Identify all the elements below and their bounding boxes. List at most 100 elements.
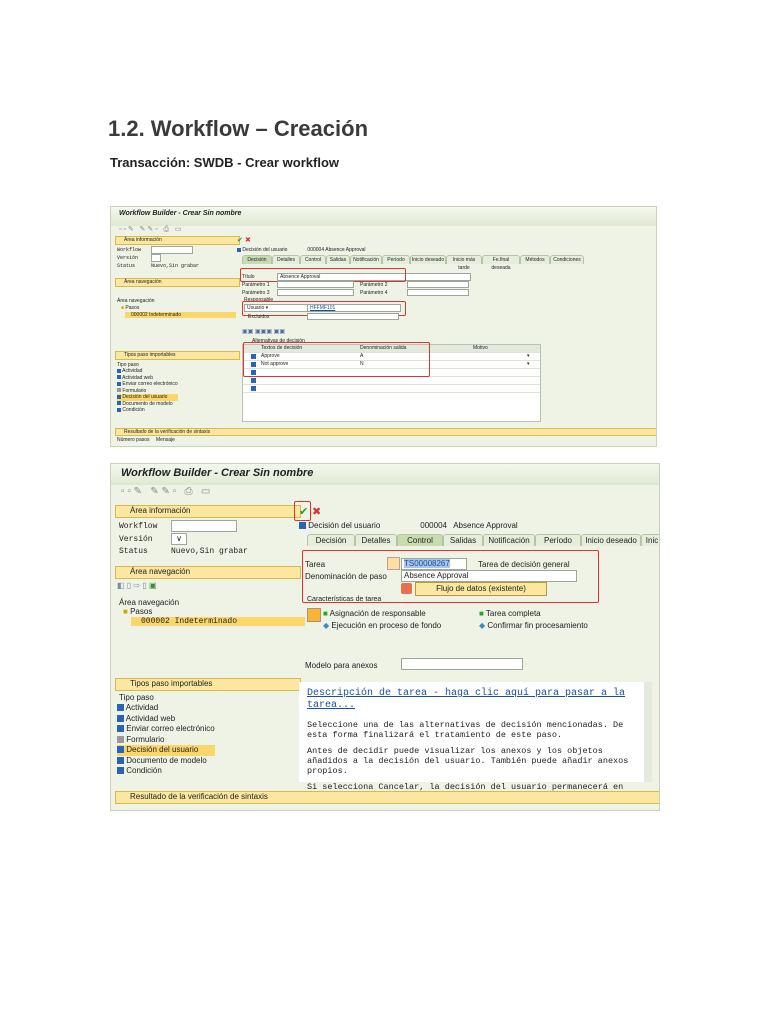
area-info-header[interactable]: Área información	[115, 236, 240, 245]
cancel-icon[interactable]: ✖	[245, 236, 251, 244]
tab-7[interactable]: Inicio más tarde	[446, 255, 482, 271]
type-item[interactable]: Decisión del usuario	[117, 745, 215, 756]
tab-0[interactable]: Decisión	[242, 255, 272, 264]
confirm-icon[interactable]: ✔	[237, 236, 243, 244]
param3-field[interactable]	[277, 289, 354, 296]
tab-6[interactable]: Inicio deseado	[410, 255, 446, 264]
tab-5[interactable]: Período	[535, 534, 581, 546]
num-pasos-col: Número pasos	[117, 437, 150, 443]
param4-field[interactable]	[407, 289, 469, 296]
status-label: Status	[117, 263, 136, 269]
param3-label: Parámetro 3	[242, 290, 270, 296]
modelo-field[interactable]	[401, 658, 523, 670]
type-item[interactable]: Actividad	[117, 703, 215, 714]
param1-field[interactable]	[277, 281, 354, 288]
nav-tree-header: Área navegación	[119, 598, 180, 607]
transaction-subheading: Transacción: SWDB - Crear workflow	[110, 155, 339, 170]
tab-4[interactable]: Notificación	[483, 534, 535, 546]
param1-label: Parámetro 1	[242, 282, 270, 288]
type-item[interactable]: Formulario	[117, 735, 215, 746]
table-row[interactable]	[243, 385, 540, 393]
tree-folder-pasos[interactable]: ■ Pasos	[123, 607, 152, 616]
description-area: Descripción de tarea - haga clic aquí pa…	[299, 682, 644, 802]
description-link[interactable]: Descripción de tarea - haga clic aquí pa…	[307, 688, 636, 712]
nav-buttons[interactable]: ◧ ▯ ⇨ ▯ ▣	[117, 581, 157, 590]
caract-title: Características de tarea	[307, 596, 382, 603]
tarea-completa-item: ■ Tarea completa	[479, 609, 541, 618]
param4-label: Parámetro 4	[360, 290, 388, 296]
tipos-header[interactable]: Tipos paso importables	[115, 351, 240, 360]
toolbar: ▫ ▫ ✎ ✎ ✎ ▫ ⎙ ▭	[121, 486, 211, 497]
excluidos-field[interactable]	[307, 313, 399, 320]
tab-0[interactable]: Decisión	[307, 534, 355, 546]
pasos-label: Pasos	[125, 305, 140, 311]
version-label: Versión	[117, 255, 139, 261]
workflow-label: Workflow	[117, 247, 142, 253]
type-item[interactable]: Actividad web	[117, 714, 215, 725]
param2-label: Parámetro 2	[360, 282, 388, 288]
tab-8[interactable]: Fe.final deseada	[482, 255, 520, 271]
workflow-field[interactable]	[171, 520, 237, 532]
window-title: Workflow Builder - Crear Sin nombre	[111, 207, 656, 226]
workflow-field[interactable]	[151, 246, 193, 254]
result-header[interactable]: Resultado de la verificación de sintaxis	[115, 791, 659, 804]
ejecucion-item: ◆ Ejecución en proceso de fondo	[323, 621, 442, 630]
tipos-header[interactable]: Tipos paso importables	[115, 678, 301, 691]
tipo-paso-header: Tipo paso	[119, 693, 154, 702]
step-type-list: Actividad Actividad web Enviar correo el…	[117, 703, 215, 777]
tab-4[interactable]: Notificación	[350, 255, 382, 264]
version-dropdown[interactable]	[151, 254, 161, 262]
tab-3[interactable]: Salidas	[326, 255, 350, 264]
step-label: 000002 Indeterminado	[131, 312, 182, 318]
tab-9[interactable]: Métodos	[520, 255, 550, 264]
caract-icon	[307, 608, 321, 622]
type-item[interactable]: Documento de modelo	[117, 756, 215, 767]
step-header: Decisión del usuario 000004 Absence Appro…	[237, 247, 366, 253]
document-page: 1.2. Workflow – Creación Transacción: SW…	[0, 0, 768, 1024]
excluidos-label: Excluidos	[248, 314, 270, 320]
area-info-header[interactable]: Área información	[115, 505, 301, 518]
tab-2[interactable]: Control	[300, 255, 326, 264]
tab-1[interactable]: Detalles	[272, 255, 300, 264]
tab-7[interactable]: Inic	[641, 534, 659, 546]
status-label: Status	[119, 547, 148, 556]
screenshot-1: Workflow Builder - Crear Sin nombre ▫ ▫ …	[110, 206, 657, 447]
version-dropdown[interactable]: ∨	[171, 533, 187, 545]
tab-3[interactable]: Salidas	[443, 534, 483, 546]
desc-paragraph: Antes de decidir puede visualizar los an…	[307, 746, 629, 776]
type-item[interactable]: Condición	[117, 766, 215, 777]
area-nav-header[interactable]: Área navegación	[115, 278, 240, 287]
cancel-icon[interactable]: ✖	[312, 505, 321, 518]
section-heading: 1.2. Workflow – Creación	[108, 116, 369, 141]
highlight-box	[243, 342, 430, 377]
status-value: Nuevo,Sin grabar	[171, 547, 248, 556]
tab-10[interactable]: Condiciones	[550, 255, 584, 264]
result-header[interactable]: Resultado de la verificación de sintaxis	[115, 428, 656, 436]
type-item[interactable]: Enviar correo electrónico	[117, 724, 215, 735]
highlight-box	[240, 268, 406, 282]
table-row[interactable]	[243, 377, 540, 385]
param2-field[interactable]	[407, 281, 469, 288]
tab-1[interactable]: Detalles	[355, 534, 397, 546]
type-item[interactable]: Condición	[117, 407, 178, 414]
window-title: Workflow Builder - Crear Sin nombre	[111, 464, 659, 485]
asignacion-item: ■ Asignación de responsable	[323, 609, 426, 618]
tree-step-item[interactable]: 000002 Indeterminado	[125, 312, 236, 318]
version-label: Versión	[119, 535, 153, 544]
step-header: Decisión del usuario 000004 Absence Appro…	[299, 521, 518, 530]
tree-step-item[interactable]: 000002 Indeterminado	[131, 617, 305, 626]
toolbar: ▫ ▫ ✎ ✎ ✎ ▫ ⎙ ▭	[119, 226, 182, 233]
tab-2[interactable]: Control	[397, 534, 443, 546]
tab-6[interactable]: Inicio deseado	[581, 534, 641, 546]
mensaje-col: Mensaje	[156, 437, 175, 443]
modelo-label: Modelo para anexos	[305, 661, 378, 670]
screenshot-2: Workflow Builder - Crear Sin nombre ▫ ▫ …	[110, 463, 660, 811]
tab-5[interactable]: Período	[382, 255, 410, 264]
tree-folder-pasos[interactable]: ■ Pasos	[121, 305, 139, 311]
status-value: Nuevo,Sin grabar	[151, 263, 200, 269]
highlight-box	[294, 501, 311, 521]
desc-paragraph: Seleccione una de las alternativas de de…	[307, 720, 624, 740]
vertical-scrollbar[interactable]	[644, 682, 652, 782]
step-type-list: Actividad Actividad web Enviar correo el…	[117, 368, 178, 414]
area-nav-header[interactable]: Área navegación	[115, 566, 301, 579]
